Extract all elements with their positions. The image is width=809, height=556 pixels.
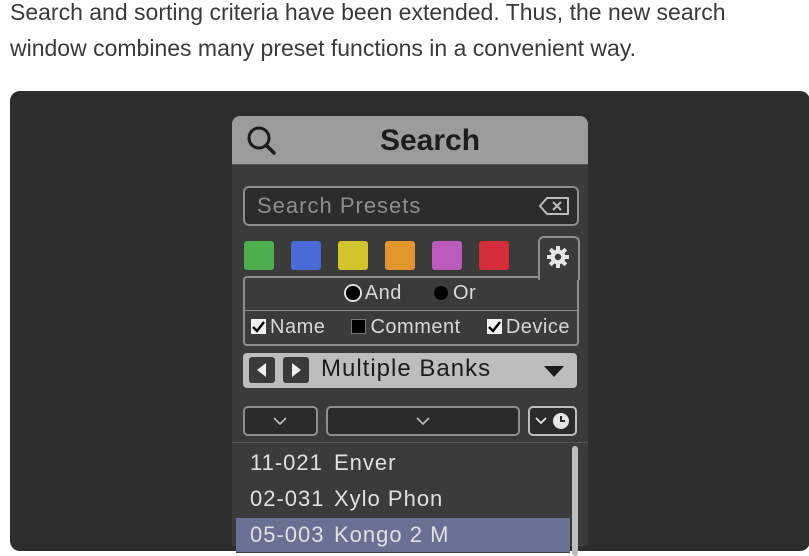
checkbox-comment-label: Comment <box>370 316 461 338</box>
intro-line-2: window combines many preset functions in… <box>10 35 637 61</box>
preset-code: 11-021 <box>250 450 323 475</box>
color-settings-button[interactable] <box>538 236 580 280</box>
preset-name: Xylo Phon <box>334 486 444 511</box>
color-swatch-blue[interactable] <box>291 241 321 270</box>
checkbox-comment[interactable]: Comment <box>351 316 466 338</box>
radio-or[interactable]: Or <box>434 282 476 304</box>
color-swatch-yellow[interactable] <box>338 241 368 270</box>
preset-row[interactable]: 11-021 Enver <box>236 446 570 481</box>
color-swatch-green[interactable] <box>244 241 274 270</box>
preset-name: Kongo 2 M <box>334 522 450 547</box>
search-panel-header: Search <box>232 116 588 165</box>
sort-dropdown-1[interactable] <box>243 406 318 436</box>
chevron-down-icon <box>273 417 287 425</box>
preset-row[interactable]: 05-003 Kongo 2 M <box>236 518 570 553</box>
chevron-down-icon <box>535 417 547 425</box>
divider <box>245 310 577 311</box>
checkbox-name[interactable]: Name <box>251 316 331 338</box>
intro-text: Search and sorting criteria have been ex… <box>10 0 800 66</box>
list-divider <box>232 442 588 443</box>
radio-and-label: And <box>364 282 402 304</box>
bank-selector[interactable]: Multiple Banks <box>243 353 577 388</box>
checkbox-comment-box <box>351 319 367 334</box>
radio-and-dot <box>345 286 360 300</box>
bank-selector-value: Multiple Banks <box>321 355 492 382</box>
color-swatch-purple[interactable] <box>432 241 462 270</box>
intro-line-1: Search and sorting criteria have been ex… <box>10 0 726 25</box>
checkbox-name-box <box>251 319 266 334</box>
clock-icon <box>553 413 569 429</box>
color-swatch-red[interactable] <box>479 241 509 270</box>
radio-or-dot <box>434 286 448 300</box>
preset-code: 05-003 <box>250 522 325 547</box>
panel-title: Search <box>379 124 481 157</box>
previous-bank-button[interactable] <box>249 357 275 383</box>
color-swatch-orange[interactable] <box>385 241 415 270</box>
checkbox-name-label: Name <box>270 316 326 338</box>
radio-or-label: Or <box>453 282 477 304</box>
dropdown-arrow-icon[interactable] <box>543 365 565 379</box>
checkbox-device[interactable]: Device <box>486 316 570 338</box>
radio-and[interactable]: And <box>345 282 408 304</box>
search-input-box[interactable] <box>243 186 579 226</box>
list-scrollbar[interactable] <box>572 446 578 556</box>
preset-code: 02-031 <box>250 486 325 511</box>
search-input[interactable] <box>245 188 549 224</box>
preset-row[interactable]: 02-031 Xylo Phon <box>236 482 570 517</box>
chevron-down-icon <box>416 417 430 425</box>
checkbox-device-label: Device <box>505 316 570 338</box>
checkbox-device-box <box>486 319 502 334</box>
triangle-right-icon <box>292 363 301 377</box>
search-panel: Search And Or <box>232 116 588 556</box>
sort-dropdown-2[interactable] <box>326 406 520 436</box>
recent-sort-button[interactable] <box>528 406 577 436</box>
preset-name: Enver <box>334 450 397 475</box>
next-bank-button[interactable] <box>283 357 309 383</box>
triangle-left-icon <box>257 363 266 377</box>
filter-options-box: And Or Name Comment Device <box>243 276 579 346</box>
clear-input-icon[interactable] <box>539 196 571 221</box>
